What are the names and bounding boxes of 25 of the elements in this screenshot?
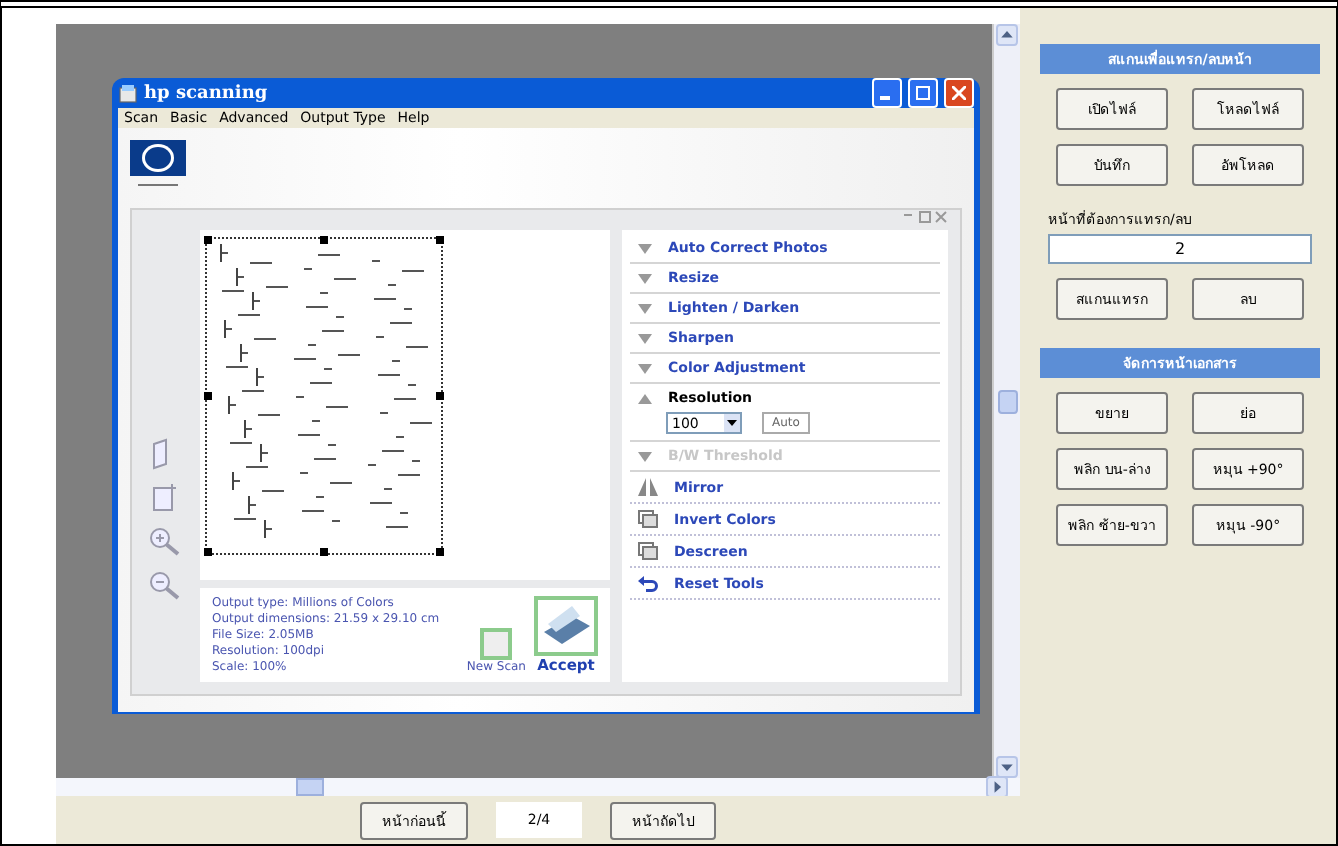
crop-page-icon[interactable] xyxy=(148,482,180,514)
collapse-arrow-icon xyxy=(638,451,652,461)
zoom-out-icon[interactable] xyxy=(148,570,180,602)
mirror-icon xyxy=(638,478,658,496)
page-number-field[interactable]: 2 xyxy=(1048,234,1312,264)
scanner-icon xyxy=(118,83,138,103)
pane-controls-icon[interactable] xyxy=(904,210,948,226)
minimize-icon[interactable] xyxy=(872,78,902,108)
scroll-right-icon[interactable] xyxy=(986,776,1008,798)
scrollbar-thumb[interactable] xyxy=(296,778,324,796)
maximize-icon[interactable] xyxy=(908,78,938,108)
close-icon[interactable] xyxy=(944,78,974,108)
collapse-arrow-icon xyxy=(638,363,652,373)
logo-icon xyxy=(130,140,186,192)
window-title: hp scanning xyxy=(144,83,270,103)
scrollbar-thumb[interactable] xyxy=(997,389,1017,413)
collapse-arrow-icon xyxy=(638,273,652,283)
collapse-arrow-icon xyxy=(638,333,652,343)
collapse-arrow-icon xyxy=(638,303,652,313)
undo-icon xyxy=(638,574,658,592)
collapse-arrow-icon xyxy=(638,243,652,253)
expand-arrow-icon xyxy=(638,393,652,403)
zoom-in-icon[interactable] xyxy=(148,526,180,558)
scroll-down-icon[interactable] xyxy=(996,756,1018,778)
scroll-up-icon[interactable] xyxy=(996,24,1018,46)
